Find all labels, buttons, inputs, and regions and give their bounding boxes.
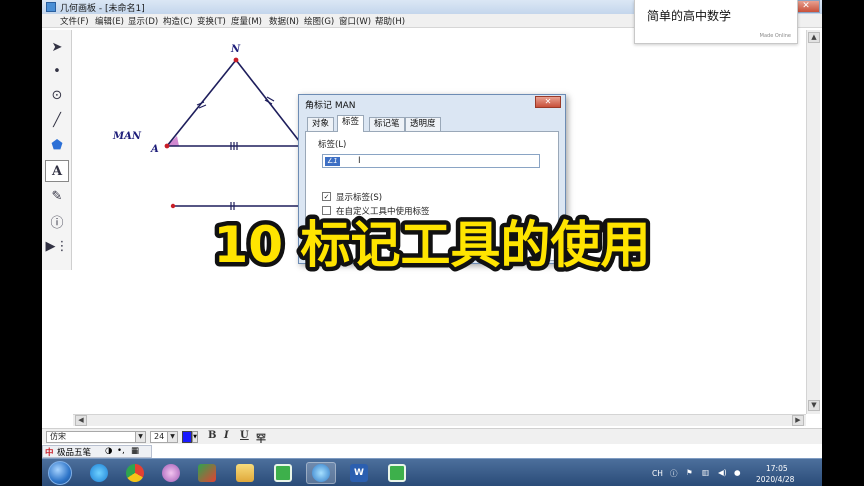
flag-icon[interactable]: ⚑ xyxy=(686,468,693,477)
point-a[interactable] xyxy=(164,143,170,149)
angle-label[interactable]: MAN xyxy=(113,131,141,142)
toolbox: ➤ • ⊙ ╱ ⬟ A ✎ ⓘ ▶⋮ xyxy=(42,30,72,270)
menu-display[interactable]: 显示(D) xyxy=(128,15,158,27)
tab-marker-pen[interactable]: 标记笔 xyxy=(369,117,405,132)
tray-app-icon[interactable]: ● xyxy=(734,468,741,477)
scroll-down-icon[interactable]: ▼ xyxy=(808,400,820,411)
scroll-left-icon[interactable]: ◀ xyxy=(75,415,87,426)
app-icon xyxy=(46,2,56,12)
text-color-button[interactable] xyxy=(182,431,192,443)
text-toolbar: 仿宋 ▼ 24 ▼ ▼ B I U 罕 xyxy=(42,428,822,445)
font-size-value: 24 xyxy=(154,432,165,441)
menu-data[interactable]: 数据(N) xyxy=(269,15,299,27)
moon-icon[interactable]: ◑ xyxy=(105,446,112,456)
vertical-scrollbar[interactable]: ▲ ▼ xyxy=(806,30,820,414)
font-select[interactable]: 仿宋 ▼ xyxy=(46,431,146,443)
camtasia-recorder-icon[interactable] xyxy=(382,462,412,484)
bold-button[interactable]: B xyxy=(208,430,216,441)
dialog-title: 角标记 MAN xyxy=(305,101,356,111)
label-input-value: ∠1 xyxy=(325,157,340,166)
dialog-close-button[interactable]: ✕ xyxy=(535,96,561,108)
tab-opacity[interactable]: 透明度 xyxy=(405,117,441,132)
custom-tool-icon[interactable]: ▶⋮ xyxy=(45,235,69,257)
label-input[interactable]: ∠1 I xyxy=(322,154,540,168)
media-player-icon[interactable] xyxy=(156,462,186,484)
channel-watermark: 简单的高中数学 Made Online xyxy=(634,0,798,44)
system-tray: CH ⓘ ⚑ ▥ ◀) ● 17:05 2020/4/28 xyxy=(634,463,822,485)
network-icon[interactable]: ▥ xyxy=(702,468,709,477)
start-button[interactable] xyxy=(48,461,72,485)
point-lower-left[interactable] xyxy=(170,203,176,209)
vertex-label-a[interactable]: A xyxy=(151,144,159,155)
italic-button[interactable]: I xyxy=(224,430,229,441)
watermark-text: 简单的高中数学 xyxy=(647,9,732,23)
word-icon[interactable]: W xyxy=(344,462,374,484)
qq-browser-icon[interactable] xyxy=(84,462,114,484)
straightedge-icon[interactable]: ╱ xyxy=(45,109,69,131)
font-select-value: 仿宋 xyxy=(50,432,66,441)
dialog-panel: 标签(L) ∠1 I ✓ 显示标签(S) 在自定义工具中使用标签 xyxy=(305,131,559,261)
angle-marker-dialog: 角标记 MAN ✕ 对象 标签 标记笔 透明度 标签(L) ∠1 I ✓ 显示标… xyxy=(298,94,566,264)
marker-icon[interactable]: ✎ xyxy=(45,185,69,207)
menu-help[interactable]: 帮助(H) xyxy=(375,15,405,27)
punctuation-icon[interactable]: •, xyxy=(117,446,125,456)
window-title: 几何画板 - [未命名1] xyxy=(60,4,145,14)
show-label-checkbox[interactable]: ✓ xyxy=(322,192,331,201)
horizontal-scrollbar[interactable]: ◀ ▶ xyxy=(73,414,806,426)
menu-window[interactable]: 窗口(W) xyxy=(339,15,371,27)
clock-time[interactable]: 17:05 xyxy=(766,464,788,473)
taskbar: W CH ⓘ ⚑ ▥ ◀) ● 17:05 2020/4/28 xyxy=(42,458,822,486)
label-group-title: 标签(L) xyxy=(318,140,347,150)
point-n[interactable] xyxy=(233,57,239,63)
custom-tool-label-text: 在自定义工具中使用标签 xyxy=(336,207,430,217)
chevron-down-icon: ▼ xyxy=(135,432,145,442)
clock-date[interactable]: 2020/4/28 xyxy=(756,475,794,484)
desktop-screen: 几何画板 - [未命名1] — □ ✕ 文件(F) 编辑(E) 显示(D) 构造… xyxy=(42,0,822,486)
sketchpad-icon[interactable] xyxy=(306,462,336,484)
watermark-small-text: Made Online xyxy=(759,33,791,39)
selection-arrow-icon[interactable]: ➤ xyxy=(45,36,69,58)
help-icon[interactable]: ⓘ xyxy=(670,468,678,479)
menu-construct[interactable]: 构造(C) xyxy=(163,15,193,27)
information-icon[interactable]: ⓘ xyxy=(45,210,69,232)
text-cursor-icon: I xyxy=(358,156,361,166)
vertex-label-n[interactable]: N xyxy=(231,44,240,55)
scroll-up-icon[interactable]: ▲ xyxy=(808,32,820,43)
tab-label[interactable]: 标签 xyxy=(337,115,365,132)
ime-bar[interactable]: 中 极品五笔 ◑ •, ▦ xyxy=(42,445,152,458)
chevron-down-icon[interactable]: ▼ xyxy=(192,431,198,443)
language-indicator[interactable]: CH xyxy=(652,469,663,478)
polygon-icon[interactable]: ⬟ xyxy=(45,134,69,156)
show-label-text: 显示标签(S) xyxy=(336,193,383,203)
media-center-icon[interactable] xyxy=(192,462,222,484)
file-explorer-icon[interactable] xyxy=(230,462,260,484)
tab-object[interactable]: 对象 xyxy=(307,117,335,132)
underline-button[interactable]: U xyxy=(240,430,249,441)
chevron-down-icon: ▼ xyxy=(167,432,177,442)
keyboard-icon[interactable]: ▦ xyxy=(131,446,139,456)
compass-icon[interactable]: ⊙ xyxy=(45,84,69,106)
menu-file[interactable]: 文件(F) xyxy=(60,15,89,27)
ime-name: 极品五笔 xyxy=(57,448,92,458)
ime-logo-icon: 中 xyxy=(45,448,54,458)
font-size-select[interactable]: 24 ▼ xyxy=(150,431,178,443)
menu-measure[interactable]: 度量(M) xyxy=(231,15,262,27)
menu-transform[interactable]: 变换(T) xyxy=(197,15,226,27)
menu-graph[interactable]: 绘图(G) xyxy=(304,15,334,27)
custom-tool-label-checkbox[interactable] xyxy=(322,206,331,215)
chrome-icon[interactable] xyxy=(120,462,150,484)
special-symbol-button[interactable]: 罕 xyxy=(256,430,266,445)
text-icon[interactable]: A xyxy=(45,160,69,182)
menu-edit[interactable]: 编辑(E) xyxy=(95,15,124,27)
scroll-right-icon[interactable]: ▶ xyxy=(792,415,804,426)
speaker-icon[interactable]: ◀) xyxy=(718,468,727,477)
camtasia-icon[interactable] xyxy=(268,462,298,484)
point-icon[interactable]: • xyxy=(45,60,69,82)
